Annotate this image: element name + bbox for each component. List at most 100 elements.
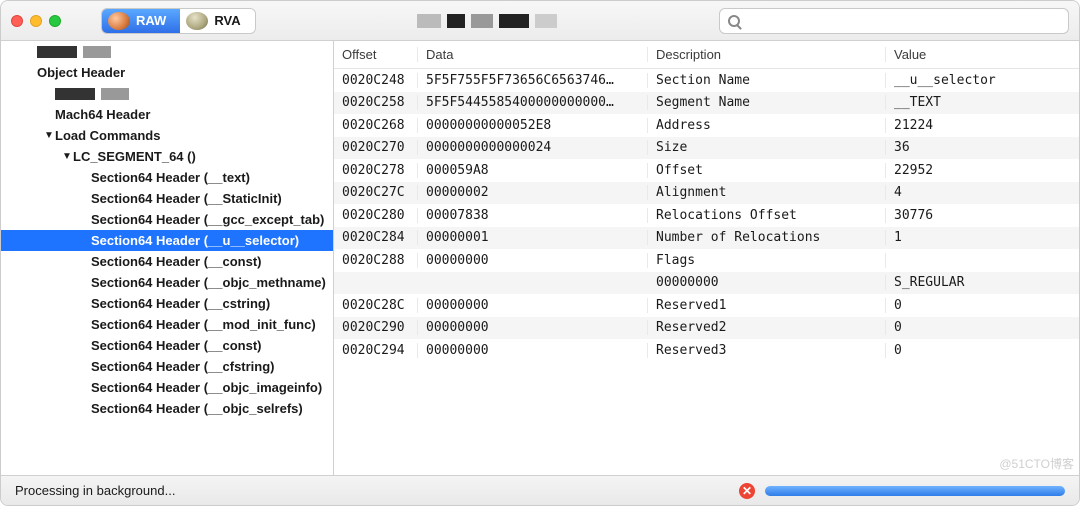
table-row[interactable]: 0020C29400000000Reserved30 (334, 339, 1079, 362)
table-row[interactable]: 0020C2585F5F5445585400000000000…Segment … (334, 92, 1079, 115)
table-row[interactable]: 0020C29000000000Reserved20 (334, 317, 1079, 340)
tree-item-label: Section64 Header (__u__selector) (91, 233, 299, 248)
minimize-icon[interactable] (30, 15, 42, 27)
col-data[interactable]: Data (418, 47, 648, 62)
titlebar: RAW RVA (1, 1, 1079, 41)
error-icon[interactable]: ✕ (739, 483, 755, 499)
tree-item[interactable]: Section64 Header (__objc_methname) (1, 272, 333, 293)
tree-item[interactable]: ▼LC_SEGMENT_64 () (1, 146, 333, 167)
tab-raw[interactable]: RAW (102, 9, 180, 33)
cell-value: 0 (886, 320, 1079, 335)
search-field[interactable] (719, 8, 1069, 34)
cell-description: Reserved2 (648, 320, 886, 335)
table-row[interactable]: 0020C278000059A8Offset22952 (334, 159, 1079, 182)
tree-item[interactable]: Section64 Header (__text) (1, 167, 333, 188)
table-body[interactable]: 0020C2485F5F755F5F73656C6563746…Section … (334, 69, 1079, 475)
tree-item[interactable]: Section64 Header (__const) (1, 335, 333, 356)
tree-item-label: Load Commands (55, 128, 160, 143)
tree-item-label: Section64 Header (__cstring) (91, 296, 270, 311)
cell-description: Reserved1 (648, 298, 886, 313)
cell-value: 0 (886, 343, 1079, 358)
cell-data: 0000000000000024 (418, 140, 648, 155)
tree-item[interactable]: Section64 Header (__StaticInit) (1, 188, 333, 209)
window-controls (11, 15, 61, 27)
table-row[interactable]: 0020C2485F5F755F5F73656C6563746…Section … (334, 69, 1079, 92)
disclosure-triangle-icon[interactable]: ▼ (61, 151, 73, 162)
tree-item[interactable] (1, 83, 333, 104)
tree-item[interactable]: Section64 Header (__u__selector) (1, 230, 333, 251)
cell-offset: 0020C270 (334, 140, 418, 155)
col-desc[interactable]: Description (648, 47, 886, 62)
cell-value: 1 (886, 230, 1079, 245)
tree[interactable]: Object HeaderMach64 Header▼Load Commands… (1, 41, 334, 475)
cell-value: 22952 (886, 163, 1079, 178)
cell-description: Flags (648, 253, 886, 268)
table-row[interactable]: 00000000S_REGULAR (334, 272, 1079, 295)
status-text: Processing in background... (15, 483, 175, 498)
cell-value: 36 (886, 140, 1079, 155)
close-icon[interactable] (11, 15, 23, 27)
table-row[interactable]: 0020C2700000000000000024Size36 (334, 137, 1079, 160)
cell-description: 00000000 (648, 275, 886, 290)
segmented-control: RAW RVA (101, 8, 256, 34)
content: Object HeaderMach64 Header▼Load Commands… (1, 41, 1079, 475)
cell-value: __u__selector (886, 73, 1079, 88)
cell-offset: 0020C268 (334, 118, 418, 133)
cell-offset: 0020C288 (334, 253, 418, 268)
window: RAW RVA Object HeaderMach64 Header▼Load … (0, 0, 1080, 506)
cell-data: 00000001 (418, 230, 648, 245)
tree-item-label: Section64 Header (__objc_selrefs) (91, 401, 303, 416)
cell-offset: 0020C28C (334, 298, 418, 313)
cell-value: 21224 (886, 118, 1079, 133)
tree-item-label: Section64 Header (__cfstring) (91, 359, 275, 374)
table-row[interactable]: 0020C28000007838Relocations Offset30776 (334, 204, 1079, 227)
cell-offset: 0020C27C (334, 185, 418, 200)
zoom-icon[interactable] (49, 15, 61, 27)
cell-data: 00000000 (418, 320, 648, 335)
cell-description: Relocations Offset (648, 208, 886, 223)
raw-icon (108, 12, 130, 30)
disclosure-triangle-icon[interactable]: ▼ (43, 130, 55, 141)
rva-icon (186, 12, 208, 30)
tree-item[interactable]: Section64 Header (__const) (1, 251, 333, 272)
tree-item[interactable]: Section64 Header (__cfstring) (1, 356, 333, 377)
tree-item-label: LC_SEGMENT_64 () (73, 149, 196, 164)
table-row[interactable]: 0020C26800000000000052E8Address21224 (334, 114, 1079, 137)
tab-label: RAW (136, 13, 166, 28)
tree-item[interactable]: Section64 Header (__gcc_except_tab) (1, 209, 333, 230)
cell-description: Offset (648, 163, 886, 178)
search-input[interactable] (746, 13, 1060, 28)
cell-description: Size (648, 140, 886, 155)
tree-item[interactable]: Section64 Header (__objc_imageinfo) (1, 377, 333, 398)
col-offset[interactable]: Offset (334, 47, 418, 62)
cell-offset: 0020C290 (334, 320, 418, 335)
tree-item[interactable]: Mach64 Header (1, 104, 333, 125)
cell-data: 5F5F5445585400000000000… (418, 95, 648, 110)
tree-item[interactable]: Object Header (1, 62, 333, 83)
cell-description: Reserved3 (648, 343, 886, 358)
col-value[interactable]: Value (886, 47, 1079, 62)
tree-item[interactable]: Section64 Header (__objc_selrefs) (1, 398, 333, 419)
cell-offset: 0020C258 (334, 95, 418, 110)
tree-item[interactable] (1, 41, 333, 62)
cell-data: 00000000000052E8 (418, 118, 648, 133)
cell-data: 00000002 (418, 185, 648, 200)
table-row[interactable]: 0020C28400000001Number of Relocations1 (334, 227, 1079, 250)
table-row[interactable]: 0020C28C00000000Reserved10 (334, 294, 1079, 317)
tree-item-label: Section64 Header (__StaticInit) (91, 191, 282, 206)
tree-item-label: Object Header (37, 65, 125, 80)
tree-item-label: Section64 Header (__objc_methname) (91, 275, 326, 290)
title-center (256, 14, 719, 28)
tree-item[interactable]: Section64 Header (__cstring) (1, 293, 333, 314)
tree-item[interactable]: Section64 Header (__mod_init_func) (1, 314, 333, 335)
table-row[interactable]: 0020C27C00000002Alignment4 (334, 182, 1079, 205)
table-row[interactable]: 0020C28800000000Flags (334, 249, 1079, 272)
cell-value: 0 (886, 298, 1079, 313)
cell-description: Segment Name (648, 95, 886, 110)
progress-bar (765, 486, 1065, 496)
cell-offset: 0020C294 (334, 343, 418, 358)
table-header: Offset Data Description Value (334, 41, 1079, 69)
tree-item[interactable]: ▼Load Commands (1, 125, 333, 146)
cell-description: Address (648, 118, 886, 133)
tab-rva[interactable]: RVA (180, 9, 254, 33)
